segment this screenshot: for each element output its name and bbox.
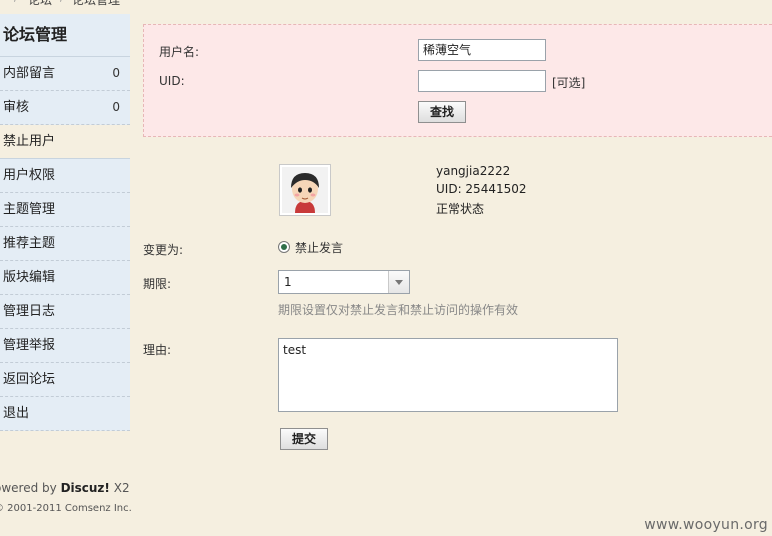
sidebar-item-label: 用户权限 [3,168,56,183]
sidebar-title: 论坛管理 [0,14,130,57]
copyright: © 2001-2011 Comsenz Inc. [0,503,132,514]
username-input[interactable]: 稀薄空气 [418,39,546,61]
watermark: www.wooyun.org [644,517,768,533]
sidebar-item-label: 主题管理 [3,202,56,217]
username-label: 用户名: [159,45,200,59]
uid-optional-hint: [可选] [552,76,586,90]
reason-textarea[interactable]: test [278,338,618,412]
sidebar-item-label: 退出 [3,406,30,421]
sidebar-item-label: 内部留言 [3,66,56,81]
period-select-value: 1 [284,275,292,289]
sidebar-item-management-log[interactable]: 管理日志 [0,295,130,329]
search-button[interactable]: 查找 [418,101,466,123]
sidebar-item-count: 0 [112,66,120,80]
sidebar-item-label: 审核 [3,100,30,115]
avatar-cartoon-icon [282,167,328,213]
period-select[interactable]: 1 [278,270,410,294]
sidebar-item-review[interactable]: 审核 0 [0,91,130,125]
sidebar-item-label: 禁止用户 [3,134,56,149]
breadcrumb-separator: / [60,0,64,4]
sidebar-item-thread-management[interactable]: 主题管理 [0,193,130,227]
sidebar-item-recommended-threads[interactable]: 推荐主题 [0,227,130,261]
sidebar: 论坛管理 内部留言 0 审核 0 禁止用户 用户权限 主题管理 推荐主题 版块编… [0,14,130,431]
sidebar-item-label: 推荐主题 [3,236,56,251]
user-name: yangjia2222 [436,164,511,178]
sidebar-item-label: 返回论坛 [3,372,56,387]
ban-posting-option-label[interactable]: 禁止发言 [295,239,343,256]
sidebar-item-logout[interactable]: 退出 [0,397,130,431]
period-label: 期限: [143,277,172,291]
user-status: 正常状态 [436,202,485,216]
sidebar-item-count: 0 [112,100,120,114]
ban-posting-radio[interactable] [278,241,290,253]
sidebar-item-reports[interactable]: 管理举报 [0,329,130,363]
period-hint: 期限设置仅对禁止发言和禁止访问的操作有效 [278,303,519,317]
sidebar-item-label: 版块编辑 [3,270,56,285]
reason-label: 理由: [143,343,172,357]
user-uid: UID: 25441502 [436,182,527,196]
sidebar-item-label: 管理举报 [3,338,56,353]
sidebar-item-label: 管理日志 [3,304,56,319]
change-to-label: 变更为: [143,243,184,257]
user-avatar [279,164,331,216]
breadcrumb-item-forum[interactable]: 论坛 [28,0,52,8]
breadcrumb-item-forum-manage[interactable]: 论坛管理 [72,0,120,8]
powered-by: owered by Discuz! X2 [0,481,130,495]
sidebar-item-internal-messages[interactable]: 内部留言 0 [0,57,130,91]
breadcrumb: / 论坛 / 论坛管理 [0,0,772,12]
breadcrumb-separator: / [14,0,18,4]
sidebar-item-ban-user[interactable]: 禁止用户 [0,125,130,159]
powered-by-brand[interactable]: Discuz! [61,481,110,495]
submit-button[interactable]: 提交 [280,428,328,450]
uid-input[interactable] [418,70,546,92]
powered-by-version: X2 [109,481,130,495]
sidebar-item-forum-edit[interactable]: 版块编辑 [0,261,130,295]
powered-by-prefix: owered by [0,481,61,495]
sidebar-item-back-to-forum[interactable]: 返回论坛 [0,363,130,397]
sidebar-item-user-permissions[interactable]: 用户权限 [0,159,130,193]
uid-label: UID: [159,74,185,88]
chevron-down-icon[interactable] [388,271,409,293]
